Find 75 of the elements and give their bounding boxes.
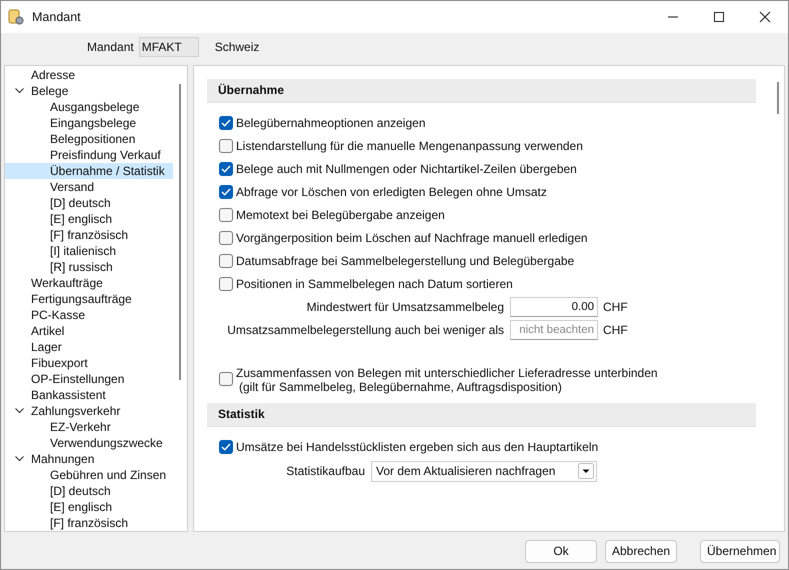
tree-item[interactable]: [I] italienisch — [5, 243, 173, 259]
checkbox[interactable] — [219, 440, 233, 454]
tree-item[interactable]: Mahnungen — [5, 451, 173, 467]
tree-item[interactable]: PC-Kasse — [5, 307, 173, 323]
tree-item[interactable]: Versand — [5, 179, 173, 195]
country-label: Schweiz — [214, 40, 260, 54]
checkbox-label: Datumsabfrage bei Sammelbelegerstellung und Belegübergabe — [236, 254, 574, 268]
section-header: Statistik — [207, 403, 756, 427]
dropdown[interactable]: Vor dem Aktualisieren nachfragen — [371, 460, 597, 482]
tree-item[interactable]: Belege — [5, 83, 173, 99]
checkbox[interactable] — [219, 116, 233, 130]
checkbox-label: Umsätze bei Handelsstücklisten ergeben sich aus den Hauptartikeln — [236, 440, 598, 454]
tree-item[interactable]: [F] französisch — [5, 227, 173, 243]
checkbox[interactable] — [219, 184, 233, 198]
checkbox[interactable] — [219, 254, 233, 268]
tree-item[interactable]: Gebühren und Zinsen — [5, 467, 173, 483]
tree-item[interactable]: [F] französisch — [5, 515, 173, 531]
mandant-field: MFAKT — [138, 37, 199, 57]
window-title: Mandant — [32, 10, 81, 24]
amount-field[interactable]: 0.00 — [510, 296, 598, 316]
app-icon — [7, 8, 25, 26]
field-label: Statistikaufbau — [285, 464, 365, 478]
checkbox[interactable] — [219, 208, 233, 222]
chevron-icon[interactable] — [15, 408, 24, 414]
tree-item[interactable]: [D] deutsch — [5, 483, 173, 499]
checkbox[interactable] — [219, 372, 233, 386]
chevron-icon[interactable] — [15, 88, 24, 94]
checkbox-label: Memotext bei Belegübergabe anzeigen — [236, 208, 445, 222]
tree-item[interactable]: Fibuexport — [5, 355, 173, 371]
field-label: Umsatzsammelbelegerstellung auch bei weniger als — [226, 322, 504, 336]
chevron-icon[interactable] — [15, 456, 24, 462]
checkbox-label: Belegübernahmeoptionen anzeigen — [236, 116, 426, 130]
currency-label: CHF — [603, 322, 628, 336]
tree-item[interactable]: Adresse — [5, 67, 173, 83]
dialog-button[interactable]: Übernehmen — [700, 540, 780, 562]
checkbox-label: Vorgängerposition beim Löschen auf Nachfrage manuell erledigen — [236, 230, 588, 244]
tree-item[interactable]: Verwendungszwecke — [5, 435, 173, 451]
tree-item[interactable]: Bankassistent — [5, 387, 173, 403]
tree-item[interactable]: [E] englisch — [5, 499, 173, 515]
checkbox-label: Abfrage vor Löschen von erledigten Belegen ohne Umsatz — [236, 184, 547, 198]
maximize-icon[interactable] — [713, 11, 725, 23]
dialog-button[interactable]: Abbrechen — [605, 540, 677, 562]
tree-item[interactable]: Preisfindung Verkauf — [5, 147, 173, 163]
scrollbar-thumb[interactable] — [179, 84, 181, 380]
field-label: Mindestwert für Umsatzsammelbeleg — [306, 300, 504, 314]
tree-item[interactable]: Eingangsbelege — [5, 115, 173, 131]
scrollbar-thumb[interactable] — [777, 82, 779, 114]
tree-item[interactable]: EZ-Verkehr — [5, 419, 173, 435]
checkbox-label: Positionen in Sammelbelegen nach Datum sortieren — [236, 276, 513, 290]
tree-item[interactable]: Fertigungsaufträge — [5, 291, 173, 307]
checkbox-label: Belege auch mit Nullmengen oder Nichtartikel-Zeilen übergeben — [236, 162, 577, 176]
currency-label: CHF — [603, 300, 628, 314]
tree-item[interactable]: Ausgangsbelege — [5, 99, 173, 115]
tree-item[interactable]: Belegpositionen — [5, 131, 173, 147]
tree-item[interactable]: Übernahme / Statistik — [5, 163, 173, 179]
checkbox[interactable] — [219, 276, 233, 290]
checkbox[interactable] — [219, 230, 233, 244]
tree-item[interactable]: Werkaufträge — [5, 275, 173, 291]
mandant-label: Mandant — [87, 40, 134, 54]
checkbox-note: (gilt für Sammelbeleg, Belegübernahme, Auftragsdisposition) — [238, 380, 563, 394]
tree-item[interactable]: [R] russisch — [5, 259, 173, 275]
checkbox[interactable] — [219, 162, 233, 176]
dialog-button[interactable]: Ok — [525, 540, 597, 562]
tree-item[interactable]: Artikel — [5, 323, 173, 339]
checkbox-label: Listendarstellung für die manuelle Mengenanpassung verwenden — [236, 138, 583, 152]
amount-field[interactable]: nicht beachten — [510, 320, 598, 340]
checkbox[interactable] — [219, 138, 233, 152]
close-icon[interactable] — [759, 11, 771, 23]
section-header: Übernahme — [207, 79, 756, 103]
tree-item[interactable]: [E] englisch — [5, 211, 173, 227]
tree-item[interactable]: Lager — [5, 339, 173, 355]
checkbox-label: Zusammenfassen von Belegen mit unterschiedlicher Lieferadresse unterbinden — [236, 366, 658, 380]
tree-item[interactable]: Zahlungsverkehr — [5, 403, 173, 419]
tree-item[interactable]: OP-Einstellungen — [5, 371, 173, 387]
tree-item[interactable]: [D] deutsch — [5, 195, 173, 211]
